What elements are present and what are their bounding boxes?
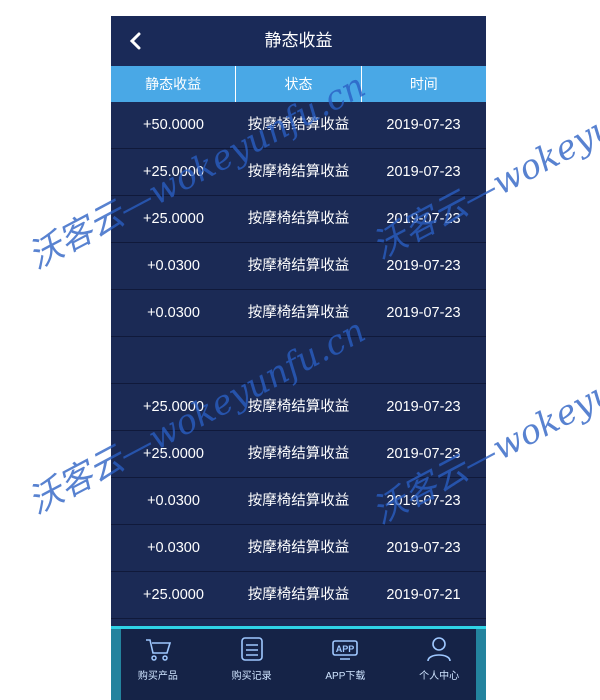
status-cell: 按摩椅结算收益	[247, 164, 350, 180]
user-icon	[427, 637, 451, 662]
status-cell: 按摩椅结算收益	[247, 258, 350, 274]
table-row	[111, 337, 486, 384]
header: 静态收益	[111, 16, 486, 66]
nav-label: APP下载	[325, 671, 366, 682]
income-cell: +0.0300	[147, 493, 200, 509]
nav-label: 购买产品	[137, 671, 178, 682]
income-cell: +25.0000	[143, 211, 204, 227]
date-cell: 2019-07-23	[386, 446, 461, 462]
table-row: +0.0300 按摩椅结算收益 2019-07-23	[111, 290, 486, 337]
table-header: 静态收益 状态 时间	[111, 66, 486, 102]
list-icon	[240, 637, 263, 661]
status-cell: 按摩椅结算收益	[247, 117, 350, 133]
column-header-time: 时间	[409, 76, 438, 92]
table-row: +25.0000 按摩椅结算收益 2019-07-23	[111, 384, 486, 431]
date-cell: 2019-07-21	[386, 587, 461, 603]
income-cell: +25.0000	[143, 587, 204, 603]
date-cell: 2019-07-23	[386, 399, 461, 415]
date-cell: 2019-07-23	[386, 117, 461, 133]
table-row: +50.0000 按摩椅结算收益 2019-07-23	[111, 102, 486, 149]
income-cell: +0.0300	[147, 258, 200, 274]
status-cell: 按摩椅结算收益	[247, 446, 350, 462]
nav-purchase-records[interactable]: 购买记录	[205, 629, 299, 700]
table-row: +25.0000 按摩椅结算收益 2019-07-23	[111, 196, 486, 243]
nav-label: 个人中心	[419, 671, 460, 682]
date-cell: 2019-07-23	[386, 164, 461, 180]
income-cell: +0.0300	[147, 305, 200, 321]
column-header-income: 静态收益	[111, 66, 237, 102]
table-row: +0.0300 按摩椅结算收益 2019-07-23	[111, 478, 486, 525]
date-cell: 2019-07-23	[386, 258, 461, 274]
app-icon: APP	[332, 640, 359, 660]
date-cell: 2019-07-23	[386, 305, 461, 321]
status-cell	[236, 337, 361, 383]
nav-personal-center[interactable]: 个人中心	[392, 629, 486, 700]
income-cell: +25.0000	[143, 446, 204, 462]
nav-app-download[interactable]: APP APP下载	[299, 629, 393, 700]
table-row: +25.0000 按摩椅结算收益 2019-07-21	[111, 572, 486, 619]
status-cell: 按摩椅结算收益	[247, 540, 350, 556]
cart-icon	[145, 639, 171, 661]
income-cell: +25.0000	[143, 164, 204, 180]
income-cell: +25.0000	[143, 399, 204, 415]
phone-screen: 静态收益 静态收益 状态 时间 +50.0000 按摩椅结算收益 2019-07-2…	[111, 16, 486, 700]
bottom-nav: 购买产品 购买记录 APP APP下载 个人中心	[111, 626, 486, 700]
date-cell: 2019-07-23	[386, 493, 461, 509]
table-row: +25.0000 按摩椅结算收益 2019-07-23	[111, 431, 486, 478]
page-title: 静态收益	[264, 31, 333, 50]
date-cell: 2019-07-23	[386, 211, 461, 227]
income-cell	[111, 337, 236, 383]
nav-buy-product[interactable]: 购买产品	[111, 629, 205, 700]
table-row: +25.0000 按摩椅结算收益 2019-07-23	[111, 149, 486, 196]
status-cell: 按摩椅结算收益	[247, 493, 350, 509]
table-row: +0.0300 按摩椅结算收益 2019-07-23	[111, 243, 486, 290]
column-header-status: 状态	[236, 66, 362, 102]
date-cell	[361, 337, 486, 383]
income-table: +50.0000 按摩椅结算收益 2019-07-23 +25.0000 按摩椅结算收益…	[111, 102, 486, 619]
income-cell: +0.0300	[147, 540, 200, 556]
svg-text:APP: APP	[336, 644, 355, 654]
table-row: +0.0300 按摩椅结算收益 2019-07-23	[111, 525, 486, 572]
date-cell: 2019-07-23	[386, 540, 461, 556]
status-cell: 按摩椅结算收益	[247, 587, 350, 603]
nav-label: 购买记录	[231, 671, 272, 682]
income-cell: +50.0000	[143, 117, 204, 133]
status-cell: 按摩椅结算收益	[247, 211, 350, 227]
status-cell: 按摩椅结算收益	[247, 305, 350, 321]
status-cell: 按摩椅结算收益	[247, 399, 350, 415]
